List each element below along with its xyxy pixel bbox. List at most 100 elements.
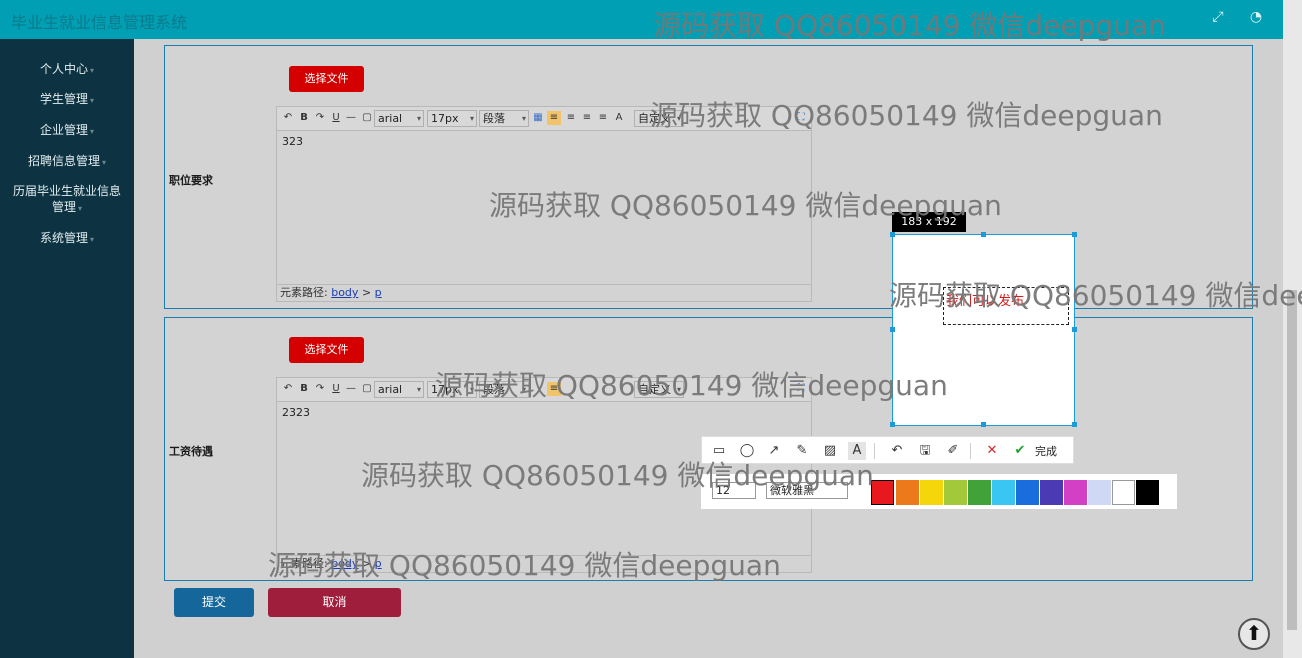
sidebar-item-personal-center[interactable]: 个人中心 ▾ [0, 61, 134, 79]
section-label: 职位要求 [169, 174, 213, 187]
path-body-link[interactable]: body [331, 557, 358, 570]
rectangle-icon[interactable]: ▭ [710, 442, 728, 460]
user-icon[interactable]: ◔ [1243, 6, 1269, 28]
sidebar-item-system-management[interactable]: 系统管理 ▾ [0, 230, 134, 248]
cancel-button[interactable]: 取消 [268, 588, 401, 617]
align-justify-icon[interactable]: ≡ [596, 111, 610, 125]
toolbar-divider [970, 443, 971, 459]
redo-icon[interactable]: ↷ [313, 382, 327, 396]
editor-content[interactable]: 2323 [277, 402, 811, 423]
resize-handle[interactable] [890, 232, 895, 237]
table-icon[interactable]: ▦ [531, 111, 545, 125]
color-swatch-lime[interactable] [944, 480, 967, 505]
sidebar-item-student-management[interactable]: 学生管理 ▾ [0, 91, 134, 109]
font-size-select[interactable]: 12 [712, 482, 756, 499]
job-requirements-section: 职位要求 选择文件 ↶ B ↷ U — ▢ arial 17px 段落 ▦ ≡ … [164, 45, 1253, 309]
ellipse-icon[interactable]: ◯ [738, 442, 756, 460]
fullscreen-editor-icon[interactable]: ⛶ [794, 382, 808, 396]
text-tool-icon[interactable]: A [848, 442, 866, 460]
rich-text-editor[interactable]: ↶ B ↷ U — ▢ arial 17px 段落 ▦ ≡ ≡ ≡ ≡ A 自定… [276, 106, 812, 302]
path-p-link[interactable]: p [375, 286, 382, 299]
toolbar-divider [874, 443, 875, 459]
color-swatch-yellow[interactable] [920, 480, 943, 505]
color-swatch-red[interactable] [871, 480, 894, 505]
resize-handle[interactable] [981, 232, 986, 237]
size-select[interactable]: 17px [427, 110, 477, 127]
custom-select[interactable]: 自定义 [634, 110, 684, 127]
undo-icon[interactable]: ↶ [888, 442, 906, 460]
underline-icon[interactable]: U [329, 111, 343, 125]
font-family-select[interactable]: 微软雅黑 [766, 482, 848, 499]
capture-region[interactable]: 我们可以发布 [890, 232, 1077, 427]
undo-icon[interactable]: ↶ [281, 382, 295, 396]
choose-file-button[interactable]: 选择文件 [289, 337, 364, 363]
sidebar-item-recruitment-management[interactable]: 招聘信息管理 ▾ [0, 153, 134, 171]
back-to-top-icon[interactable]: ⬆ [1238, 618, 1270, 650]
pen-icon[interactable]: ✎ [793, 442, 811, 460]
paragraph-select[interactable]: 段落 [479, 381, 529, 398]
fullscreen-icon[interactable]: ⤢ [1205, 6, 1231, 28]
align-right-icon[interactable]: ≡ [580, 111, 594, 125]
scroll-thumb[interactable] [1287, 290, 1297, 630]
color-swatch-cyan[interactable] [992, 480, 1015, 505]
annotation-text[interactable]: 我们可以发布 [946, 290, 1024, 309]
element-path: 元素路径: body > p [277, 555, 811, 572]
size-select[interactable]: 17px [427, 381, 477, 398]
color-swatch-lavender[interactable] [1088, 480, 1111, 505]
path-body-link[interactable]: body [331, 286, 358, 299]
mosaic-icon[interactable]: ▨ [821, 442, 839, 460]
cancel-icon[interactable]: ✕ [983, 442, 1001, 460]
paragraph-select[interactable]: 段落 [479, 110, 529, 127]
font-select[interactable]: arial [374, 381, 424, 398]
screenshot-toolbar: ▭ ◯ ↗ ✎ ▨ A ↶ 🖫 ✐ ✕ ✔ 完成 [701, 436, 1074, 464]
resize-handle[interactable] [1072, 327, 1077, 332]
text-style-bar: 12 微软雅黑 [701, 474, 1177, 509]
strikethrough-icon[interactable]: — [344, 111, 358, 125]
main-content: 职位要求 选择文件 ↶ B ↷ U — ▢ arial 17px 段落 ▦ ≡ … [134, 39, 1283, 658]
bold-icon[interactable]: B [297, 382, 311, 396]
align-left-icon[interactable]: ≡ [547, 111, 561, 125]
check-icon[interactable]: ✔ [1011, 442, 1029, 460]
resize-handle[interactable] [890, 327, 895, 332]
edit-icon[interactable]: ✐ [944, 442, 962, 460]
sidebar: 个人中心 ▾ 学生管理 ▾ 企业管理 ▾ 招聘信息管理 ▾ 历届毕业生就业信息管理 ▾ 系… [0, 39, 134, 658]
align-left-icon[interactable]: ≡ [547, 382, 561, 396]
copy-icon[interactable]: ▢ [360, 111, 374, 125]
custom-select[interactable]: 自定义 [634, 381, 684, 398]
choose-file-button[interactable]: 选择文件 [289, 66, 364, 92]
editor-content[interactable]: 323 [277, 131, 811, 152]
strikethrough-icon[interactable]: — [344, 382, 358, 396]
submit-button[interactable]: 提交 [174, 588, 254, 617]
sidebar-item-enterprise-management[interactable]: 企业管理 ▾ [0, 122, 134, 140]
underline-icon[interactable]: U [329, 382, 343, 396]
resize-handle[interactable] [981, 422, 986, 427]
color-swatch-black[interactable] [1136, 480, 1159, 505]
font-select[interactable]: arial [374, 110, 424, 127]
sidebar-item-graduate-employment-management[interactable]: 历届毕业生就业信息管理 ▾ [0, 183, 134, 217]
arrow-icon[interactable]: ↗ [765, 442, 783, 460]
color-swatch-orange[interactable] [896, 480, 919, 505]
align-center-icon[interactable]: ≡ [564, 111, 578, 125]
editor-toolbar: ↶ B ↷ U — ▢ arial 17px 段落 ▦ ≡ ≡ ≡ ≡ A 自定… [277, 107, 811, 131]
done-button[interactable]: 完成 [1035, 443, 1057, 459]
path-p-link[interactable]: p [375, 557, 382, 570]
annotation-text-box[interactable]: 我们可以发布 [943, 287, 1069, 325]
element-path: 元素路径: body > p [277, 284, 811, 301]
save-icon[interactable]: 🖫 [916, 442, 934, 460]
page-scrollbar[interactable] [1283, 0, 1302, 658]
color-swatch-green[interactable] [968, 480, 991, 505]
undo-icon[interactable]: ↶ [281, 111, 295, 125]
resize-handle[interactable] [1072, 232, 1077, 237]
color-swatch-magenta[interactable] [1064, 480, 1087, 505]
fullscreen-editor-icon[interactable]: ⛶ [794, 111, 808, 125]
resize-handle[interactable] [1072, 422, 1077, 427]
font-color-icon[interactable]: A [612, 111, 626, 125]
copy-icon[interactable]: ▢ [360, 382, 374, 396]
color-swatch-white[interactable] [1112, 480, 1135, 505]
redo-icon[interactable]: ↷ [313, 111, 327, 125]
section-label: 工资待遇 [169, 445, 213, 458]
color-swatch-indigo[interactable] [1040, 480, 1063, 505]
color-swatch-blue[interactable] [1016, 480, 1039, 505]
resize-handle[interactable] [890, 422, 895, 427]
bold-icon[interactable]: B [297, 111, 311, 125]
